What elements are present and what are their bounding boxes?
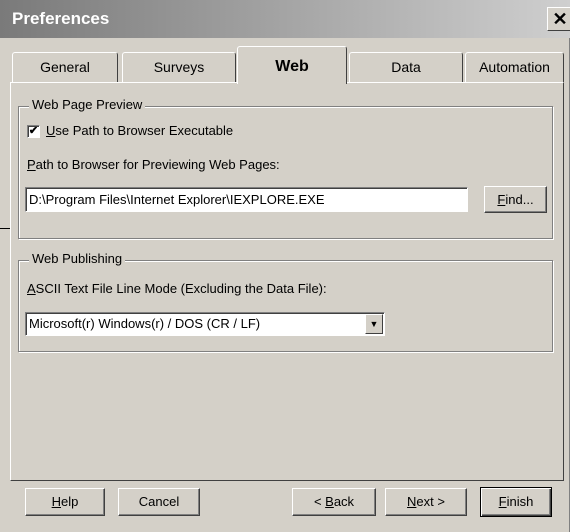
finish-button[interactable]: Finish — [480, 487, 552, 517]
tab-label: Surveys — [153, 59, 205, 75]
finish-button-label: inish — [506, 494, 534, 509]
back-button[interactable]: < Back — [292, 488, 376, 516]
help-button[interactable]: Help — [25, 488, 105, 516]
browser-path-label: Path to Browser for Previewing Web Pages… — [27, 157, 280, 172]
tab-label: Data — [391, 59, 421, 75]
use-path-checkbox[interactable]: ✔ — [27, 125, 40, 138]
browser-path-label-text: ath to Browser for Previewing Web Pages: — [35, 157, 280, 172]
back-button-label: ack — [333, 494, 355, 509]
mnemonic-f: F — [498, 494, 507, 509]
mnemonic-a: A — [27, 281, 36, 296]
close-button[interactable]: ✕ — [547, 7, 570, 31]
web-publishing-legend: Web Publishing — [29, 251, 126, 266]
tab-label: Web — [275, 58, 309, 75]
web-page-preview-legend: Web Page Preview — [29, 97, 146, 112]
tab-general[interactable]: General — [12, 52, 118, 82]
mnemonic-b: B — [325, 494, 334, 509]
web-page-preview-group: Web Page Preview ✔ Use Path to Browser E… — [18, 97, 553, 239]
tab-data[interactable]: Data — [349, 52, 463, 82]
find-button[interactable]: Find... — [484, 186, 547, 213]
mnemonic-n: N — [407, 494, 417, 509]
line-mode-selected-value: Microsoft(r) Windows(r) / DOS (CR / LF) — [29, 316, 261, 331]
window-title: Preferences — [12, 9, 110, 28]
tab-label: General — [40, 59, 90, 75]
close-icon: ✕ — [552, 9, 568, 29]
mnemonic-p: P — [27, 157, 36, 172]
chevron-down-icon: ▼ — [369, 319, 379, 329]
tab-label: Automation — [479, 59, 550, 75]
cancel-button[interactable]: Cancel — [118, 488, 200, 516]
tab-panel-web: Web Page Preview ✔ Use Path to Browser E… — [10, 82, 564, 481]
web-publishing-group: Web Publishing ASCII Text File Line Mode… — [18, 251, 553, 352]
use-path-label[interactable]: Use Path to Browser Executable — [46, 123, 233, 138]
help-button-label: elp — [61, 494, 79, 509]
back-prefix: < — [313, 494, 326, 509]
line-mode-select[interactable]: Microsoft(r) Windows(r) / DOS (CR / LF) … — [25, 312, 385, 336]
preferences-dialog: Preferences ✕ General Surveys Web Data A… — [0, 0, 570, 532]
next-button[interactable]: Next > — [385, 488, 467, 516]
title-bar[interactable]: Preferences ✕ — [0, 0, 570, 38]
checkmark-icon: ✔ — [28, 125, 39, 137]
browser-path-input[interactable]: D:\Program Files\Internet Explorer\IEXPL… — [25, 187, 468, 212]
line-mode-label: ASCII Text File Line Mode (Excluding the… — [27, 281, 327, 296]
line-mode-label-text: SCII Text File Line Mode (Excluding the … — [35, 281, 327, 296]
cancel-button-label: Cancel — [138, 494, 180, 509]
mnemonic-h: H — [51, 494, 62, 509]
next-button-label: ext > — [416, 494, 445, 509]
find-button-label: ind... — [505, 192, 534, 207]
use-path-label-text: se Path to Browser Executable — [55, 123, 234, 138]
mnemonic-u: U — [46, 123, 56, 138]
tab-automation[interactable]: Automation — [465, 52, 564, 82]
tab-web[interactable]: Web — [237, 46, 347, 84]
dropdown-button[interactable]: ▼ — [365, 314, 383, 334]
browser-path-value: D:\Program Files\Internet Explorer\IEXPL… — [29, 192, 325, 207]
tab-surveys[interactable]: Surveys — [122, 52, 236, 82]
